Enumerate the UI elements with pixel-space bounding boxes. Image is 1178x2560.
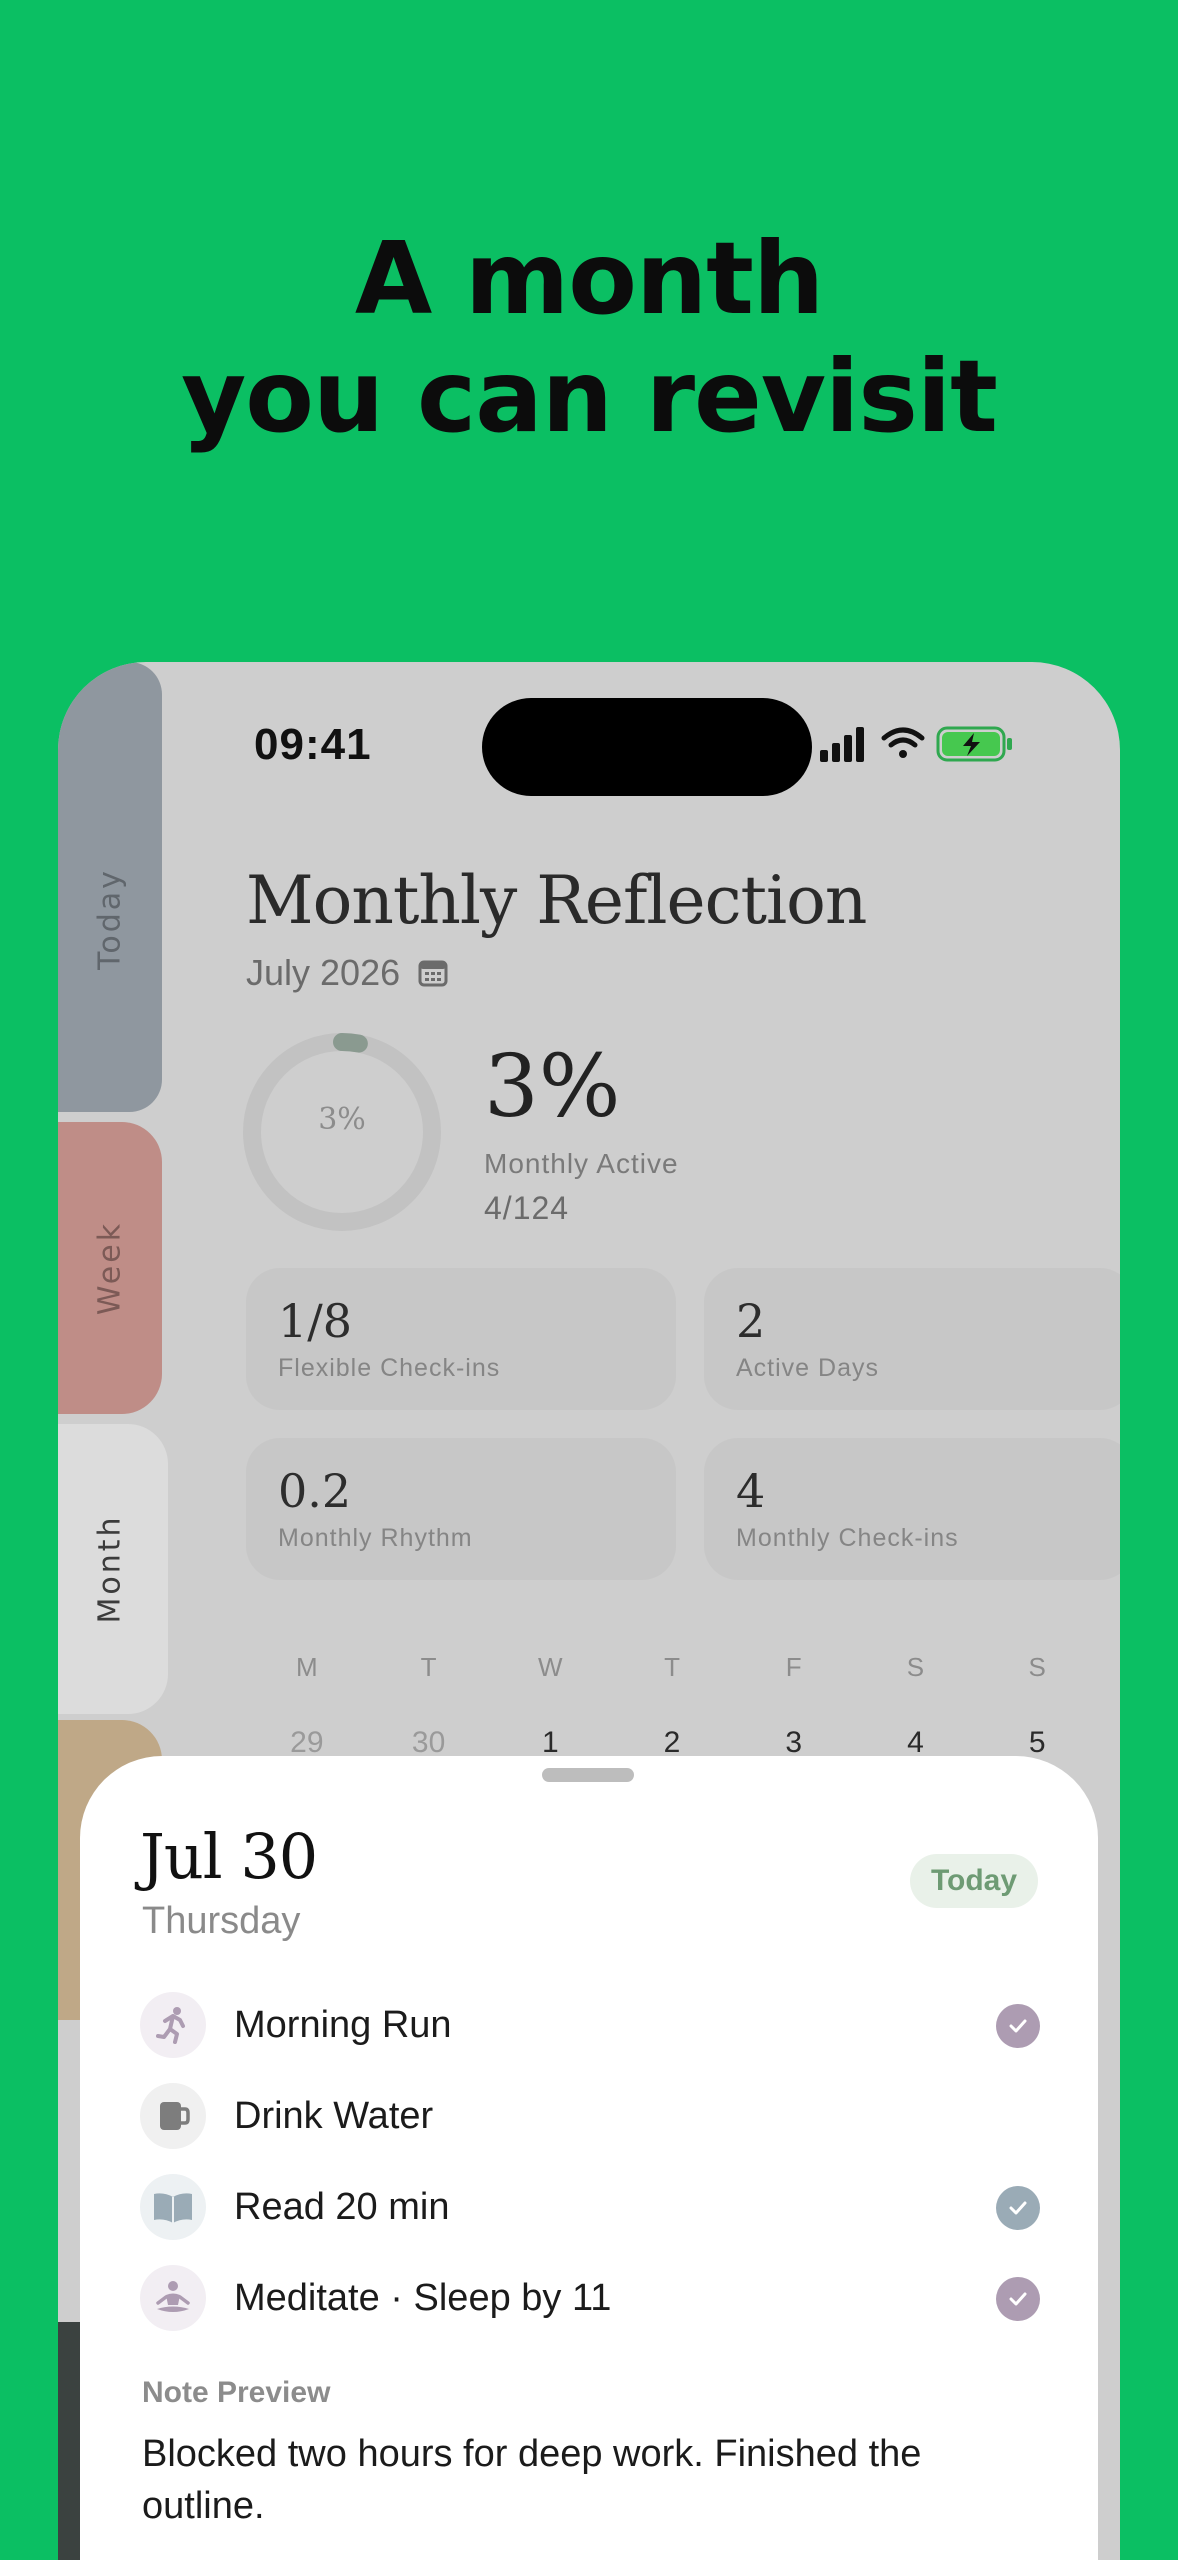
- headline-line-2: you can revisit: [181, 338, 998, 455]
- battery-icon: [936, 726, 1012, 762]
- stat-label: Monthly Rhythm: [278, 1524, 473, 1552]
- active-caption: Monthly Active: [484, 1148, 679, 1179]
- calendar-day[interactable]: 2: [611, 1726, 733, 1760]
- calendar-day[interactable]: 4: [855, 1726, 977, 1760]
- habit-label: Morning Run: [234, 2003, 452, 2046]
- weekday-label: W: [538, 1652, 563, 1682]
- weekday-label: S: [1028, 1652, 1046, 1682]
- stat-card-flexible: 1/8 Flexible Check-ins: [246, 1268, 676, 1410]
- day-detail-sheet: Jul 30 Thursday Today Morning Run Drink …: [80, 1756, 1098, 2560]
- mug-icon: [140, 2083, 206, 2149]
- stat-value: 4: [736, 1464, 766, 1518]
- status-time: 09:41: [254, 720, 372, 769]
- check-icon[interactable]: [996, 2186, 1040, 2230]
- weekday-label: T: [664, 1652, 680, 1682]
- habit-label: Drink Water: [234, 2094, 434, 2137]
- stat-label: Active Days: [736, 1354, 879, 1382]
- habit-label: Read 20 min: [234, 2185, 450, 2228]
- calendar-day[interactable]: 3: [733, 1726, 855, 1760]
- calendar-day[interactable]: 29: [246, 1726, 368, 1760]
- dynamic-island: [482, 698, 812, 796]
- stat-card-rhythm: 0.2 Monthly Rhythm: [246, 1438, 676, 1580]
- stat-card-checkins: 4 Monthly Check-ins: [704, 1438, 1120, 1580]
- book-icon: [140, 2174, 206, 2240]
- habit-row[interactable]: Read 20 min: [140, 2174, 1040, 2240]
- calendar-day[interactable]: 5: [976, 1726, 1098, 1760]
- month-label: July 2026: [246, 952, 401, 993]
- calendar-icon: [418, 960, 448, 987]
- headline-line-1: A month: [354, 220, 824, 337]
- stat-value: 2: [736, 1294, 766, 1348]
- sheet-date: Jul 30: [140, 1820, 318, 1893]
- wifi-icon: [881, 727, 925, 758]
- tab-today[interactable]: Today: [58, 662, 162, 1112]
- habit-row[interactable]: Drink Water: [140, 2083, 1040, 2149]
- note-preview-title: Note Preview: [142, 2376, 331, 2409]
- calendar-day[interactable]: 1: [489, 1726, 611, 1760]
- calendar-weekdays: M T W T F S S: [246, 1652, 1098, 1683]
- habit-row[interactable]: Meditate · Sleep by 11: [140, 2265, 1040, 2331]
- today-badge: Today: [910, 1854, 1038, 1908]
- habit-row[interactable]: Morning Run: [140, 1992, 1040, 2058]
- tab-month[interactable]: Month: [58, 1424, 168, 1714]
- weekday-label: S: [906, 1652, 925, 1682]
- calendar-dates-row: 29 30 1 2 3 4 5: [246, 1726, 1098, 1760]
- check-icon[interactable]: [996, 2004, 1040, 2048]
- stat-label: Flexible Check-ins: [278, 1354, 501, 1382]
- page-title: Monthly Reflection: [246, 862, 867, 939]
- headline: A month you can revisit: [0, 220, 1178, 456]
- stat-card-active-days: 2 Active Days: [704, 1268, 1120, 1410]
- tab-week-label: Week: [92, 1220, 128, 1316]
- signal-icon: [820, 727, 864, 762]
- status-icons: [820, 726, 1012, 762]
- ring-percent-label: 3%: [318, 1102, 366, 1137]
- active-percent: 3%: [484, 1037, 621, 1137]
- stat-label: Monthly Check-ins: [736, 1524, 959, 1552]
- sheet-grabber[interactable]: [542, 1768, 634, 1782]
- stat-value: 1/8: [278, 1294, 353, 1348]
- calendar-day[interactable]: 30: [368, 1726, 490, 1760]
- active-count: 4/124: [484, 1190, 570, 1226]
- tab-today-label: Today: [92, 867, 128, 970]
- meditation-icon: [140, 2265, 206, 2331]
- weekday-label: T: [420, 1652, 437, 1682]
- habit-label: Meditate · Sleep by 11: [234, 2276, 612, 2319]
- check-icon[interactable]: [996, 2277, 1040, 2321]
- running-icon: [140, 1992, 206, 2058]
- tab-week[interactable]: Week: [58, 1122, 162, 1414]
- sheet-weekday: Thursday: [142, 1900, 301, 1942]
- tab-month-label: Month: [92, 1514, 128, 1624]
- stat-value: 0.2: [278, 1464, 352, 1518]
- weekday-label: F: [785, 1652, 802, 1682]
- weekday-label: M: [296, 1652, 318, 1682]
- month-selector[interactable]: July 2026: [246, 952, 448, 994]
- note-preview-body[interactable]: Blocked two hours for deep work. Finishe…: [142, 2428, 942, 2532]
